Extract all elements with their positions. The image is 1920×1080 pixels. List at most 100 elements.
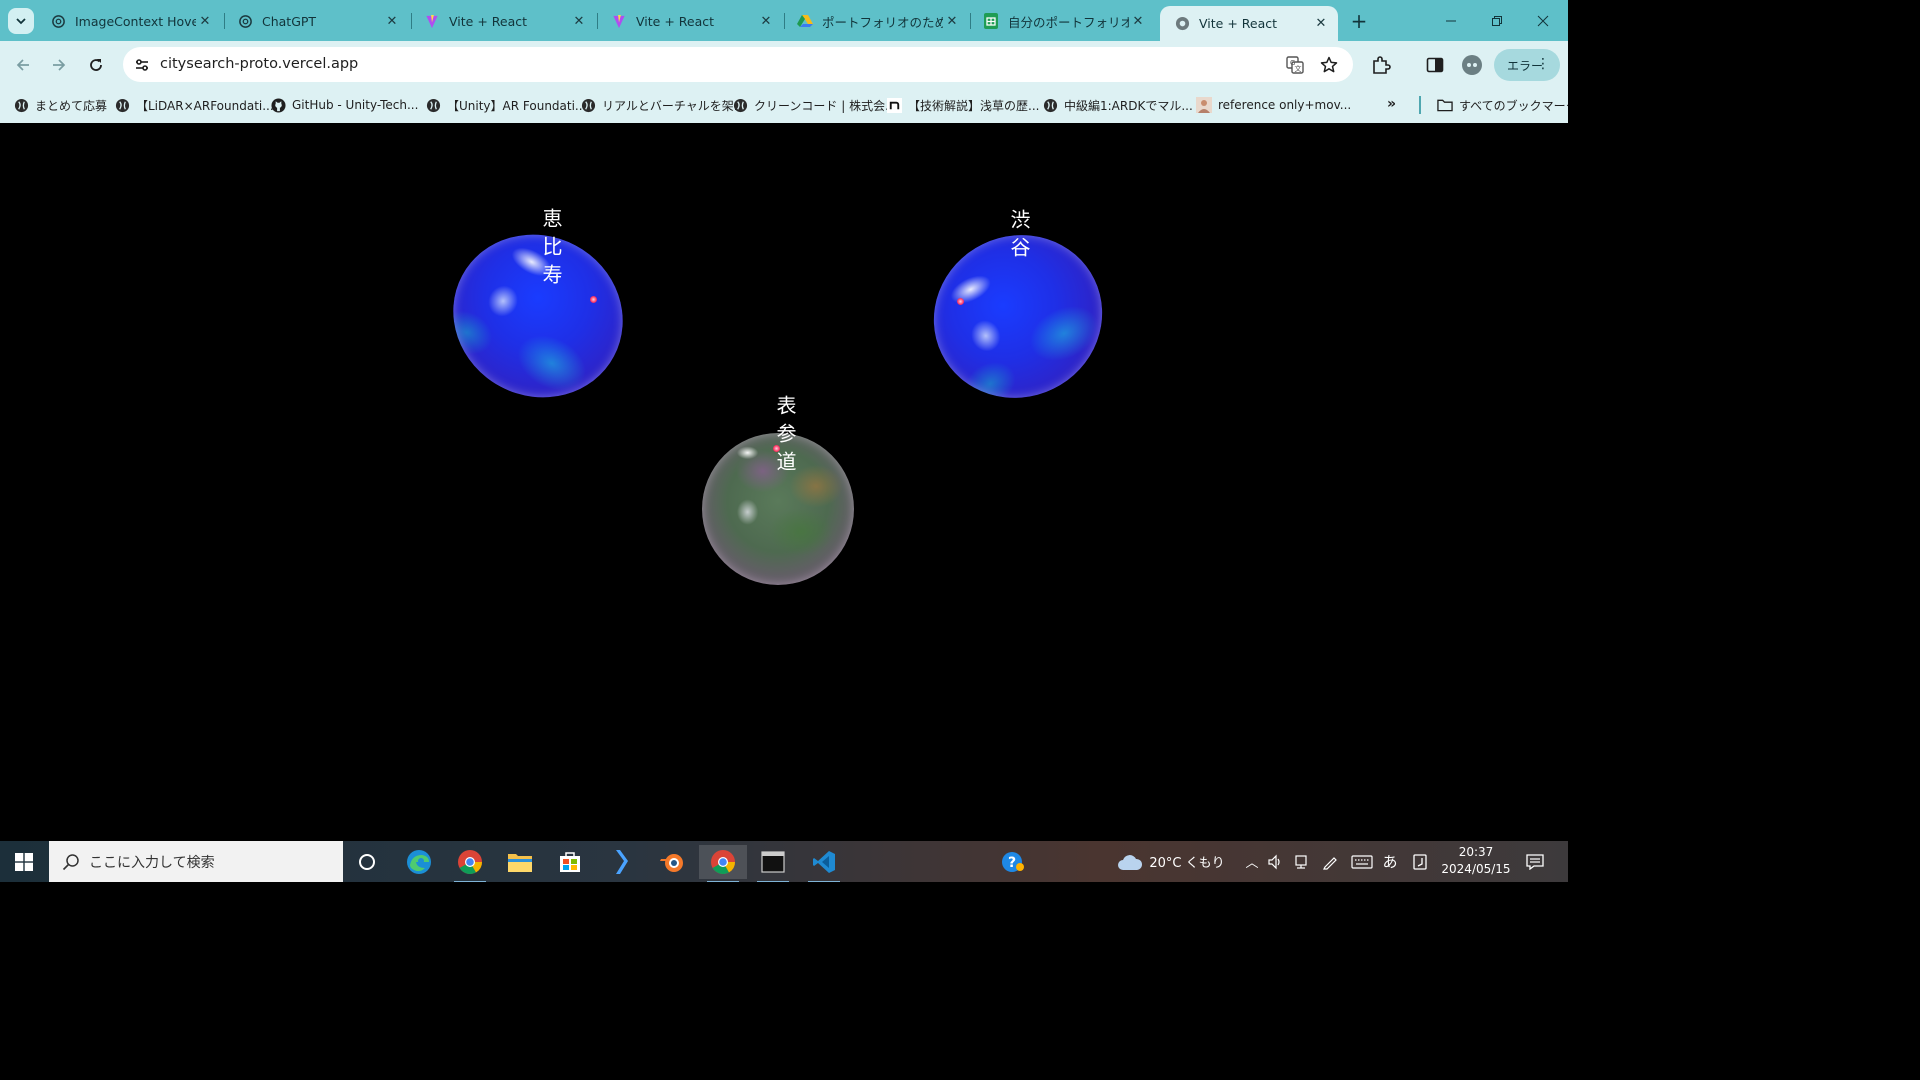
sphere-label-shibuya: 渋谷 [1007, 209, 1031, 265]
ime-mode-button[interactable]: あ [1379, 841, 1401, 882]
arrow-left-icon [16, 59, 29, 71]
close-icon[interactable]: ✕ [1129, 12, 1147, 30]
help-app-button[interactable]: ? [996, 841, 1030, 882]
sphere-glint [590, 296, 597, 303]
arrow-right-icon [53, 59, 66, 71]
close-icon[interactable]: ✕ [383, 12, 401, 30]
tab-3[interactable]: Vite + React ✕ [410, 7, 596, 35]
note-icon [886, 97, 902, 113]
taskbar-app-visual-studio[interactable] [597, 845, 645, 879]
taskbar-search-placeholder: ここに入力して検索 [89, 854, 215, 871]
tab-title: ImageContext Hover [75, 13, 196, 29]
bookmark-item[interactable]: クリーンコード | 株式会... [732, 95, 897, 115]
bookmark-label: 【LiDAR×ARFoundati... [136, 98, 274, 113]
clock-time: 20:37 [1458, 845, 1494, 859]
profile-avatar-button[interactable] [1460, 53, 1484, 77]
minimize-icon [1446, 20, 1456, 21]
close-icon[interactable]: ✕ [196, 12, 214, 30]
tab-4[interactable]: Vite + React ✕ [597, 7, 783, 35]
weather-widget[interactable]: 20°C くもり [1117, 841, 1225, 882]
forward-button[interactable] [45, 51, 73, 79]
bookmark-label: まとめて応募 [35, 98, 108, 113]
bookmark-star-button[interactable] [1319, 55, 1339, 75]
tab-title: ChatGPT [262, 13, 317, 29]
close-icon [1537, 15, 1549, 26]
more-bookmarks-chevron-icon[interactable]: » [1387, 96, 1396, 112]
edge-icon [407, 850, 431, 874]
tab-2[interactable]: ChatGPT ✕ [223, 7, 409, 35]
tab-title: 自分のポートフォリオ等 [1008, 14, 1129, 30]
bookmark-item[interactable]: 【LiDAR×ARFoundati... [114, 95, 274, 115]
taskbar-app-chrome-2[interactable] [699, 845, 747, 882]
pen-icon [1323, 856, 1337, 870]
bookmark-item[interactable]: reference only+mov... [1196, 95, 1351, 115]
taskbar-search-box[interactable]: ここに入力して検索 [49, 841, 343, 882]
minimize-button[interactable] [1428, 0, 1474, 41]
bookmark-item[interactable]: まとめて応募 [13, 95, 107, 115]
back-button[interactable] [9, 51, 37, 79]
close-window-button[interactable] [1520, 0, 1566, 41]
start-button[interactable] [0, 841, 48, 882]
close-icon[interactable]: ✕ [943, 12, 961, 30]
taskbar-app-blender[interactable] [648, 845, 696, 879]
taskbar-app-edge[interactable] [395, 845, 443, 879]
bookmarks-bar: まとめて応募 【LiDAR×ARFoundati... GitHub - Uni… [0, 88, 1568, 123]
network-icon [1295, 854, 1307, 869]
bookmark-label: GitHub - Unity-Tech... [292, 98, 419, 112]
notification-icon [1526, 853, 1544, 870]
task-view-button[interactable] [343, 845, 391, 879]
avatar-icon [1462, 55, 1482, 75]
tab-5[interactable]: ポートフォリオのために - ✕ [783, 7, 969, 35]
svg-text:?: ? [1008, 855, 1016, 871]
address-bar[interactable]: citysearch-proto.vercel.app G文 [123, 47, 1353, 82]
volume-button[interactable] [1265, 841, 1285, 882]
side-panel-button[interactable] [1423, 53, 1447, 77]
taskbar-app-terminal[interactable] [749, 845, 797, 882]
tab-title: Vite + React [636, 13, 715, 29]
extensions-button[interactable] [1369, 53, 1393, 77]
tune-icon [135, 58, 148, 71]
sphere-label-ebisu: 恵比寿 [539, 208, 563, 292]
bookmark-label: 【技術解説】浅草の歴... [908, 98, 1040, 113]
taskbar-clock[interactable]: 20:37 2024/05/15 [1438, 844, 1514, 880]
bookmark-item[interactable]: 【Unity】AR Foundati... [425, 95, 586, 115]
reload-button[interactable] [82, 51, 110, 79]
pen-button[interactable] [1319, 841, 1341, 882]
taskbar-app-chrome-1[interactable] [446, 845, 494, 882]
taskbar-app-store[interactable] [546, 845, 594, 879]
tab-search-button[interactable] [8, 8, 34, 34]
taskbar-app-vscode[interactable] [800, 845, 848, 882]
show-hidden-icons-button[interactable]: ︿ [1242, 841, 1262, 882]
bookmark-item[interactable]: 【技術解説】浅草の歴... [886, 95, 1039, 115]
action-center-button[interactable] [1520, 841, 1550, 882]
touch-keyboard-button[interactable] [1349, 841, 1375, 882]
chrome-icon [458, 850, 482, 875]
translate-icon: G文 [1286, 56, 1304, 74]
folder-icon [1437, 97, 1453, 113]
globe-icon [1174, 16, 1190, 32]
notification-center-small-button[interactable] [1409, 841, 1431, 882]
site-info-button[interactable] [130, 53, 153, 76]
url-text[interactable]: citysearch-proto.vercel.app [160, 56, 358, 72]
taskbar-app-explorer[interactable] [496, 845, 544, 879]
close-icon[interactable]: ✕ [757, 12, 775, 30]
restore-button[interactable] [1474, 0, 1520, 41]
more-vert-icon[interactable]: ⋮ [1536, 56, 1550, 72]
page-canvas[interactable]: 恵比寿 渋谷 表参道 [0, 123, 1568, 841]
search-icon [61, 852, 81, 872]
new-tab-button[interactable]: + [1347, 9, 1371, 33]
browser-tab-strip: ImageContext Hover ✕ ChatGPT ✕ Vite + Re… [0, 0, 1568, 41]
tab-7-active[interactable]: Vite + React ✕ [1160, 6, 1338, 41]
tab-6[interactable]: 自分のポートフォリオ等 ✕ [969, 7, 1155, 35]
close-icon[interactable]: ✕ [570, 12, 588, 30]
tab-1[interactable]: ImageContext Hover ✕ [36, 7, 222, 35]
bookmark-item[interactable]: リアルとバーチャルを架... [580, 95, 745, 115]
bookmark-item[interactable]: 中級編1:ARDKでマル... [1042, 95, 1193, 115]
bookmark-item[interactable]: GitHub - Unity-Tech... [270, 95, 418, 115]
network-button[interactable] [1291, 841, 1311, 882]
profile-error-button[interactable]: エラー ⋮ [1494, 49, 1560, 81]
close-icon[interactable]: ✕ [1312, 15, 1330, 33]
translate-button[interactable]: G文 [1285, 55, 1305, 75]
all-bookmarks-button[interactable]: すべてのブックマーク [1437, 95, 1568, 115]
bookmark-label: reference only+mov... [1218, 98, 1352, 112]
